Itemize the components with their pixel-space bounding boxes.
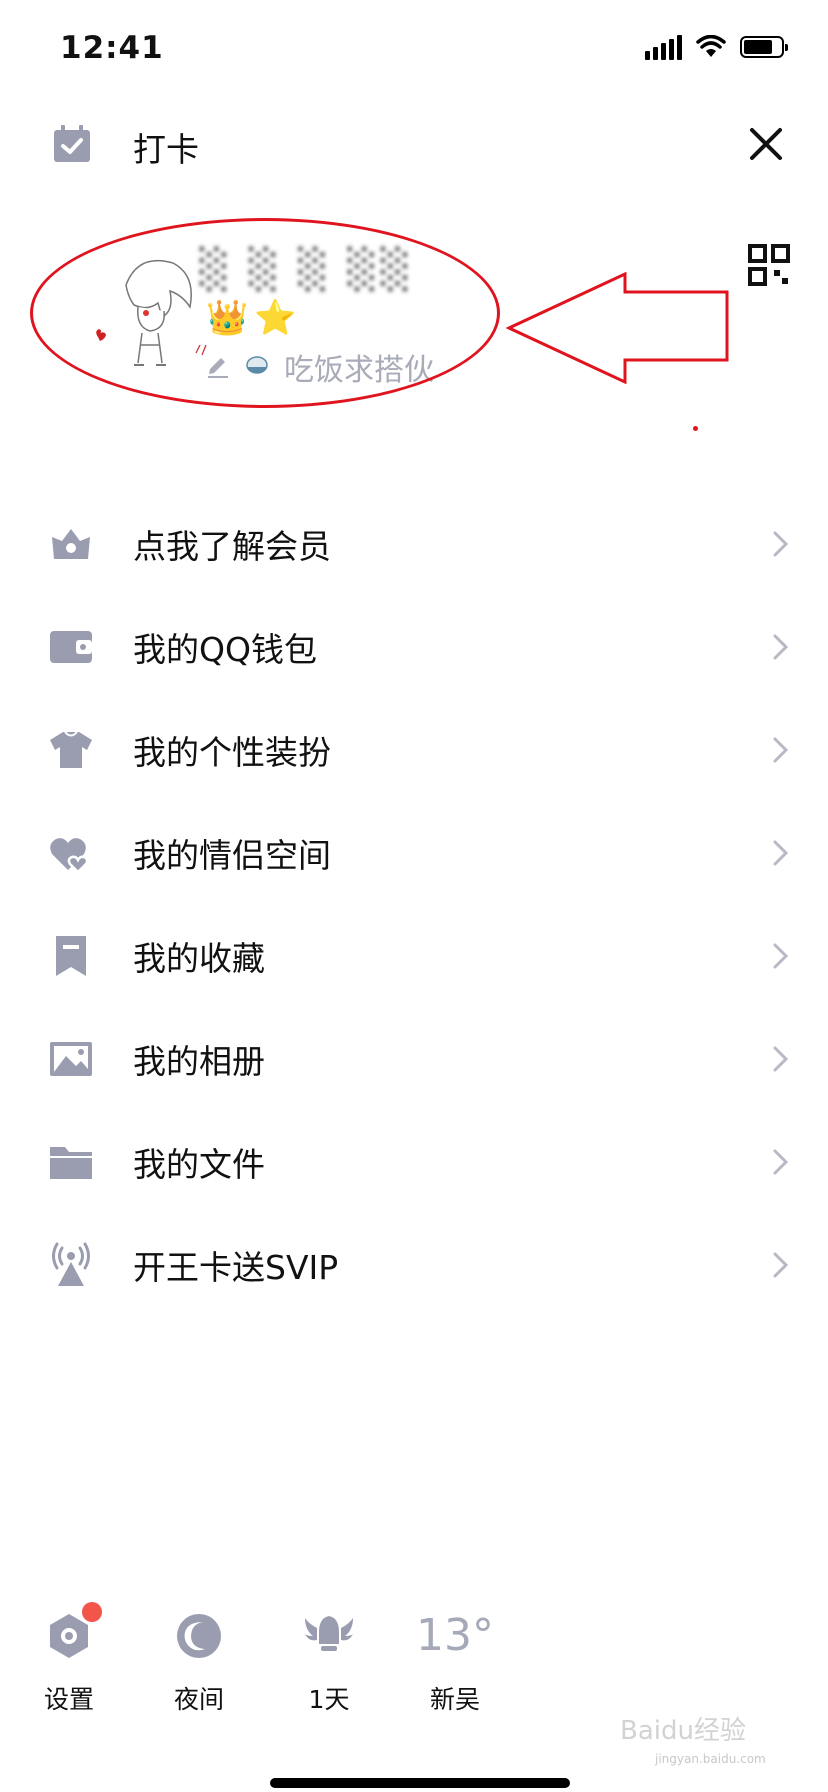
menu-item-label: 我的个性装扮 [133, 732, 331, 772]
settings-label: 设置 [43, 1685, 94, 1714]
highlight-ellipse-annotation [30, 218, 500, 408]
menu-item-label: 我的文件 [133, 1144, 265, 1184]
battery-icon [740, 36, 788, 58]
cellular-signal-icon [645, 34, 682, 60]
watermark: Baidu经验 [620, 1716, 746, 1746]
status-icons [645, 34, 788, 60]
chevron-right-icon [773, 634, 789, 659]
drawer-bottom-bar: 设置 夜间 1天 13° 新吴 [0, 1602, 828, 1720]
menu-item-label: 我的情侣空间 [133, 835, 331, 875]
calendar-check-icon[interactable] [50, 122, 94, 166]
hearts-icon [48, 830, 94, 876]
wallet-icon [48, 624, 94, 670]
weather-button[interactable]: 13° 新吴 [400, 1610, 510, 1716]
home-indicator[interactable] [270, 1778, 570, 1788]
close-icon[interactable] [742, 120, 790, 168]
photo-album-icon [48, 1036, 94, 1082]
menu-item-personalize[interactable]: 我的个性装扮 [0, 698, 828, 801]
moon-icon [177, 1614, 221, 1658]
menu-item-favorites[interactable]: 我的收藏 [0, 904, 828, 1007]
notification-badge [82, 1602, 102, 1622]
bookmark-icon [48, 933, 94, 979]
menu-item-label: 我的QQ钱包 [133, 629, 317, 669]
menu-item-label: 点我了解会员 [133, 526, 331, 566]
menu-item-couple-space[interactable]: 我的情侣空间 [0, 801, 828, 904]
night-mode-button[interactable]: 夜间 [144, 1610, 254, 1716]
chevron-right-icon [773, 1046, 789, 1071]
menu-item-label: 开王卡送SVIP [133, 1247, 339, 1287]
menu-item-files[interactable]: 我的文件 [0, 1110, 828, 1213]
temperature-value: 13° [416, 1610, 494, 1661]
qr-code-icon[interactable] [748, 244, 790, 286]
settings-button[interactable]: 设置 [14, 1602, 124, 1716]
menu-item-label: 我的收藏 [133, 938, 265, 978]
drawer-menu: 点我了解会员 我的QQ钱包 我的个性装扮 我的情侣空间 我的收藏 我的相册 我的… [0, 492, 828, 1316]
folder-icon [48, 1139, 94, 1185]
checkin-label[interactable]: 打卡 [133, 123, 199, 171]
status-bar: 12:41 [0, 0, 828, 100]
chevron-right-icon [773, 1149, 789, 1174]
streak-days-button[interactable]: 1天 [274, 1610, 384, 1716]
vip-crown-icon [48, 521, 94, 567]
highlight-arrow-annotation [505, 272, 729, 384]
tshirt-icon [48, 727, 94, 773]
menu-item-album[interactable]: 我的相册 [0, 1007, 828, 1110]
menu-item-wallet[interactable]: 我的QQ钱包 [0, 595, 828, 698]
drawer-header: 打卡 [0, 100, 828, 200]
chevron-right-icon [773, 531, 789, 556]
chevron-right-icon [773, 737, 789, 762]
streak-days-label: 1天 [308, 1685, 350, 1714]
menu-item-wangka-svip[interactable]: 开王卡送SVIP [0, 1213, 828, 1316]
watermark-url: jingyan.baidu.com [655, 1752, 766, 1766]
broadcast-tower-icon [48, 1242, 94, 1288]
chevron-right-icon [773, 943, 789, 968]
status-time: 12:41 [60, 30, 164, 66]
menu-item-label: 我的相册 [133, 1041, 265, 1081]
city-label: 新吴 [429, 1685, 480, 1714]
chevron-right-icon [773, 1252, 789, 1277]
night-label: 夜间 [173, 1685, 224, 1714]
chevron-right-icon [773, 840, 789, 865]
menu-item-vip[interactable]: 点我了解会员 [0, 492, 828, 595]
wifi-icon [696, 35, 726, 57]
annotation-dot [693, 426, 698, 431]
winged-bell-icon [305, 1616, 353, 1651]
